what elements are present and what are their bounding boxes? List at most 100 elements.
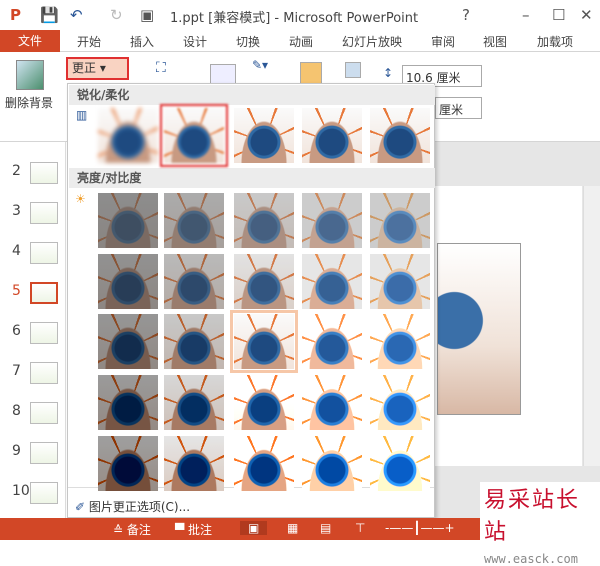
watermark-url: www.easck.com: [484, 552, 578, 566]
slide-thumbnail[interactable]: [30, 282, 58, 304]
slide-thumbnail-panel[interactable]: 2 3 4 5 6 7 8 9 10: [0, 142, 66, 518]
slide-number: 8: [12, 403, 21, 419]
help-button[interactable]: ?: [462, 6, 470, 24]
selected-picture[interactable]: [437, 243, 521, 415]
remove-background-icon: [16, 60, 44, 90]
slideshow-view-icon[interactable]: ⊤: [355, 521, 365, 535]
brightness-contrast-option[interactable]: [234, 375, 294, 430]
normal-view-icon[interactable]: ▣: [240, 521, 268, 535]
sharpen-option[interactable]: [370, 108, 430, 163]
corrections-dropdown: 锐化/柔化 ▥ 亮度/对比度 ☀: [67, 83, 435, 518]
brightness-contrast-option[interactable]: [234, 254, 294, 309]
tab-transitions[interactable]: 切换: [236, 33, 260, 50]
picture-corrections-options[interactable]: ✐ 图片更正选项(C)...: [75, 498, 190, 515]
window-title: 1.ppt [兼容模式] - Microsoft PowerPoint: [170, 11, 419, 26]
undo-icon[interactable]: ↶: [70, 6, 83, 24]
slide-thumbnail[interactable]: [30, 322, 58, 344]
corrections-button[interactable]: 更正 ▾: [66, 57, 129, 80]
title-bar: P 💾 ↶ ↻ ▣ 1.ppt [兼容模式] - Microsoft Power…: [0, 0, 600, 30]
brightness-contrast-option[interactable]: [98, 314, 158, 369]
slide-number: 7: [12, 363, 21, 379]
powerpoint-logo-icon: P: [10, 6, 21, 24]
slide-number: 10: [12, 483, 30, 499]
brightness-contrast-option[interactable]: [164, 314, 224, 369]
brightness-contrast-option[interactable]: [230, 310, 298, 373]
arrange-icon[interactable]: [300, 62, 322, 84]
save-icon[interactable]: 💾: [40, 6, 59, 24]
brightness-contrast-option[interactable]: [370, 314, 430, 369]
close-button[interactable]: ✕: [580, 6, 593, 24]
slide-number: 6: [12, 323, 21, 339]
brightness-contrast-option[interactable]: [98, 254, 158, 309]
slide-thumbnail[interactable]: [30, 162, 58, 184]
brightness-contrast-option[interactable]: [302, 375, 362, 430]
tab-addins[interactable]: 加载项: [537, 33, 573, 50]
zoom-slider[interactable]: -——┃——+: [385, 521, 455, 535]
crop-icon[interactable]: [345, 62, 361, 78]
comments-button[interactable]: ▀ 批注: [175, 521, 212, 538]
tab-animations[interactable]: 动画: [289, 33, 313, 50]
brightness-icon: ☀: [75, 192, 86, 206]
watermark: 易采站长站 www.easck.com: [480, 482, 600, 566]
slide-number: 2: [12, 163, 21, 179]
brightness-contrast-option[interactable]: [98, 436, 158, 491]
sharpen-icon: ▥: [76, 108, 88, 122]
tab-view[interactable]: 视图: [483, 33, 507, 50]
brightness-contrast-option[interactable]: [370, 436, 430, 491]
brightness-contrast-option[interactable]: [370, 254, 430, 309]
slide-thumbnail[interactable]: [30, 402, 58, 424]
compress-icon[interactable]: ⛶: [156, 60, 166, 76]
slide-sorter-icon[interactable]: ▦: [287, 521, 298, 535]
brightness-contrast-option[interactable]: [164, 375, 224, 430]
slide-thumbnail[interactable]: [30, 202, 58, 224]
brightness-contrast-option[interactable]: [302, 436, 362, 491]
brightness-contrast-option[interactable]: [302, 254, 362, 309]
vertical-scrollbar[interactable]: [583, 186, 600, 466]
slide-thumbnail[interactable]: [30, 442, 58, 464]
brightness-contrast-option[interactable]: [164, 193, 224, 248]
tab-file[interactable]: 文件: [0, 30, 60, 52]
brightness-contrast-option[interactable]: [234, 193, 294, 248]
slide-number: 4: [12, 243, 21, 259]
width-input[interactable]: 厘米: [435, 97, 482, 119]
options-icon: ✐: [75, 500, 89, 514]
brightness-contrast-option[interactable]: [98, 375, 158, 430]
brightness-contrast-header: 亮度/对比度: [69, 168, 435, 188]
slide-thumbnail[interactable]: [30, 242, 58, 264]
sharpen-soften-header: 锐化/柔化: [69, 85, 435, 105]
minimize-button[interactable]: –: [522, 6, 530, 24]
watermark-name: 易采站长站: [484, 488, 581, 545]
sharpen-option[interactable]: [302, 108, 362, 163]
brightness-contrast-option[interactable]: [370, 193, 430, 248]
tab-review[interactable]: 审阅: [431, 33, 455, 50]
slide-number: 9: [12, 443, 21, 459]
slide-thumbnail[interactable]: [30, 362, 58, 384]
redo-icon[interactable]: ↻: [110, 6, 123, 24]
sharpen-option[interactable]: [160, 104, 228, 167]
tab-home[interactable]: 开始: [77, 33, 101, 50]
slide-number: 5: [12, 283, 21, 299]
maximize-button[interactable]: ☐: [552, 6, 565, 24]
ribbon-tabs: 开始 插入 设计 切换 动画 幻灯片放映 审阅 视图 加载项: [0, 30, 600, 52]
slideshow-icon[interactable]: ▣: [140, 6, 154, 24]
remove-background-button[interactable]: 删除背景: [5, 94, 53, 111]
brightness-contrast-option[interactable]: [302, 193, 362, 248]
options-label: 图片更正选项(C)...: [88, 500, 191, 514]
sharpen-option[interactable]: [234, 108, 294, 163]
change-picture-icon[interactable]: [210, 64, 236, 84]
reading-view-icon[interactable]: ▤: [320, 521, 331, 535]
sharpen-option[interactable]: [98, 108, 158, 163]
brightness-contrast-option[interactable]: [164, 254, 224, 309]
tab-insert[interactable]: 插入: [130, 33, 154, 50]
tab-design[interactable]: 设计: [183, 33, 207, 50]
height-icon: ↕: [383, 66, 394, 80]
notes-button[interactable]: ≙ 备注: [113, 521, 151, 538]
picture-border-icon[interactable]: ✎▾: [252, 58, 268, 72]
tab-slideshow[interactable]: 幻灯片放映: [342, 33, 402, 50]
brightness-contrast-option[interactable]: [98, 193, 158, 248]
brightness-contrast-option[interactable]: [234, 436, 294, 491]
brightness-contrast-option[interactable]: [370, 375, 430, 430]
brightness-contrast-option[interactable]: [302, 314, 362, 369]
slide-thumbnail[interactable]: [30, 482, 58, 504]
brightness-contrast-option[interactable]: [164, 436, 224, 491]
